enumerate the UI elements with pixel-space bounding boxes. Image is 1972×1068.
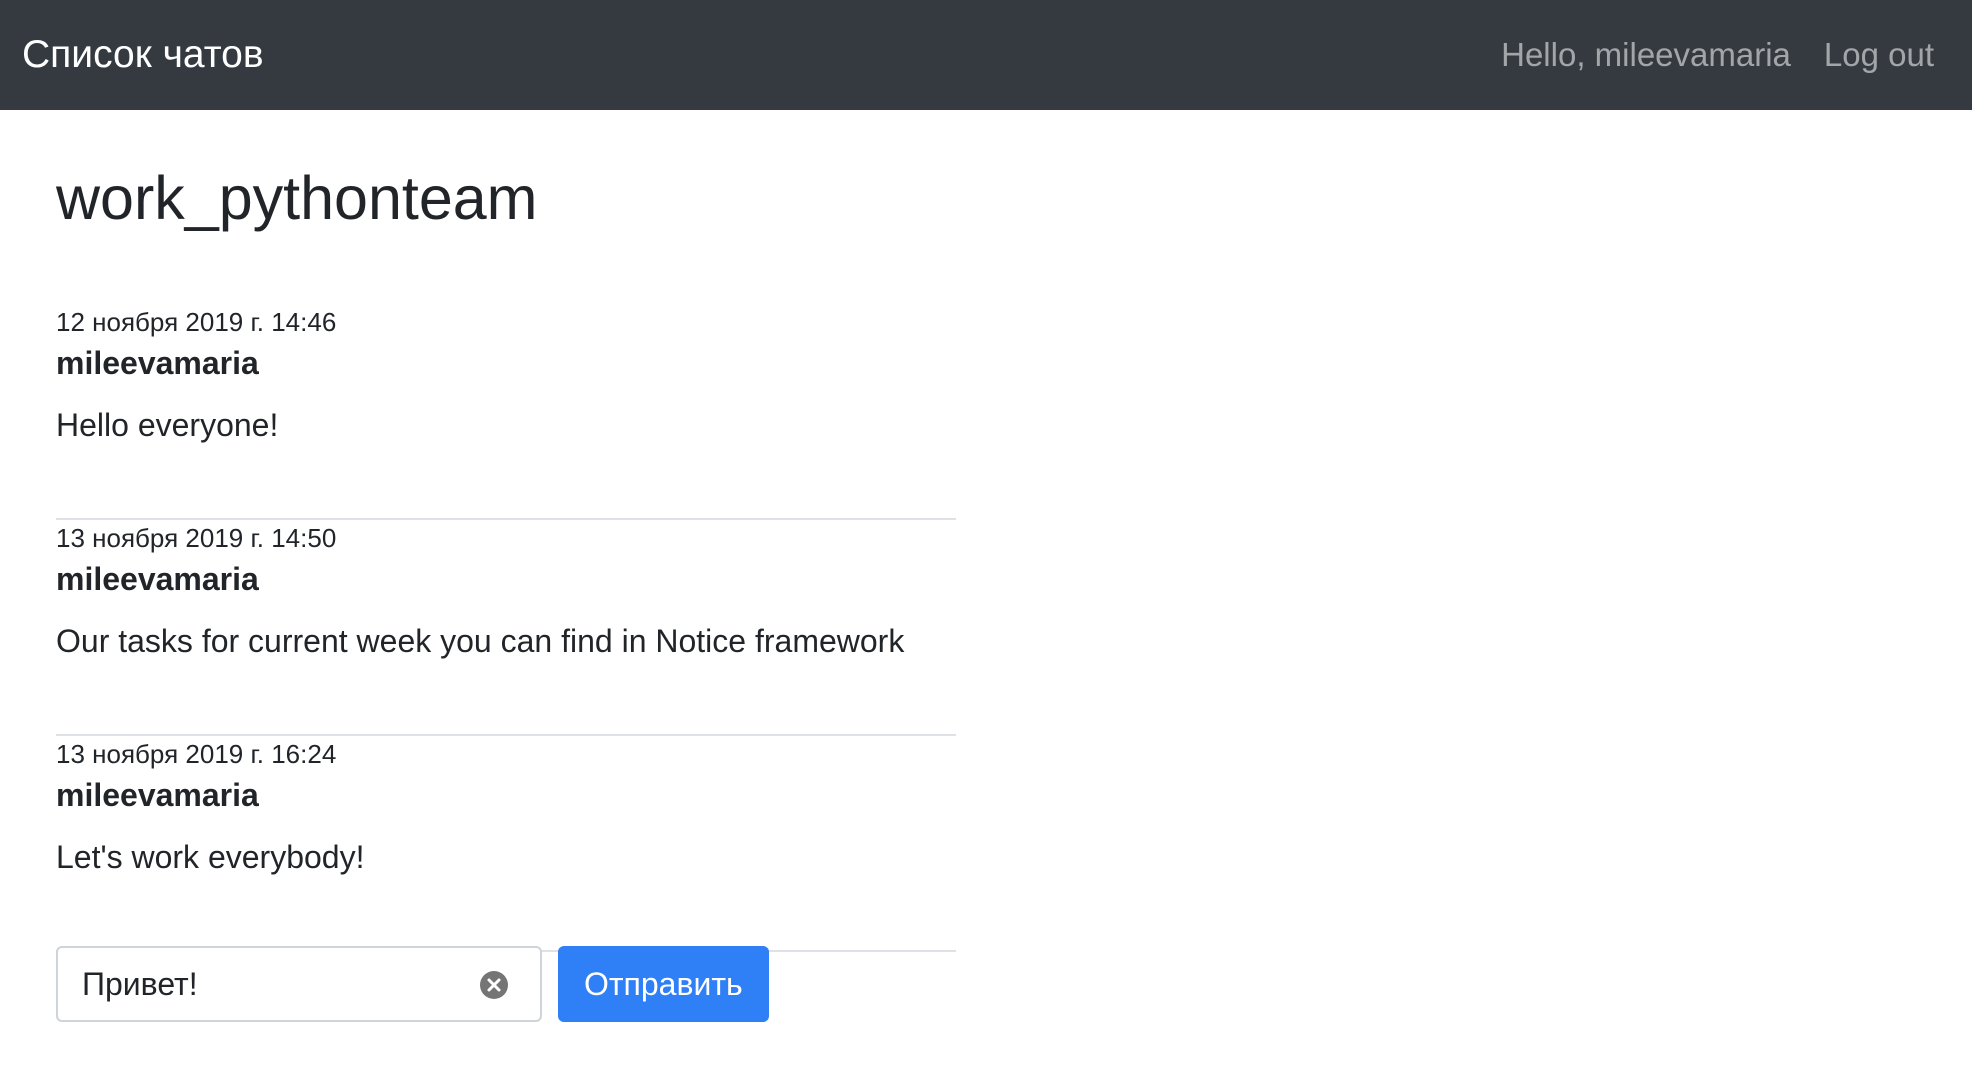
send-message-form: Отправить — [56, 946, 769, 1022]
message-date: 13 ноября 2019 г. 14:50 — [56, 523, 337, 553]
send-button[interactable]: Отправить — [558, 946, 769, 1022]
message-author: mileevamaria — [56, 345, 259, 381]
message-author: mileevamaria — [56, 777, 259, 813]
chat-list-link[interactable]: Список чатов — [22, 30, 264, 80]
message-input[interactable] — [58, 948, 478, 1020]
message-text: Hello everyone! — [56, 407, 279, 443]
message-text: Our tasks for current week you can find … — [56, 623, 905, 659]
navbar-user-menu: Hello, mileevamaria Log out — [1501, 30, 1934, 80]
navbar: Список чатов Hello, mileevamaria Log out — [0, 0, 1972, 110]
message-item: 12 ноября 2019 г. 14:46 mileevamaria Hel… — [56, 304, 956, 520]
logout-link[interactable]: Log out — [1824, 30, 1934, 80]
clear-circle-icon[interactable] — [480, 971, 508, 999]
user-greeting-link[interactable]: Hello, mileevamaria — [1501, 30, 1791, 80]
message-input-wrapper — [56, 946, 542, 1022]
message-date: 12 ноября 2019 г. 14:46 — [56, 307, 337, 337]
message-item: 13 ноября 2019 г. 14:50 mileevamaria Our… — [56, 520, 956, 736]
chat-title: work_pythonteam — [56, 164, 538, 232]
message-date: 13 ноября 2019 г. 16:24 — [56, 739, 337, 769]
message-list: 12 ноября 2019 г. 14:46 mileevamaria Hel… — [56, 304, 956, 952]
message-text: Let's work everybody! — [56, 839, 365, 875]
message-item: 13 ноября 2019 г. 16:24 mileevamaria Let… — [56, 736, 956, 952]
message-author: mileevamaria — [56, 561, 259, 597]
